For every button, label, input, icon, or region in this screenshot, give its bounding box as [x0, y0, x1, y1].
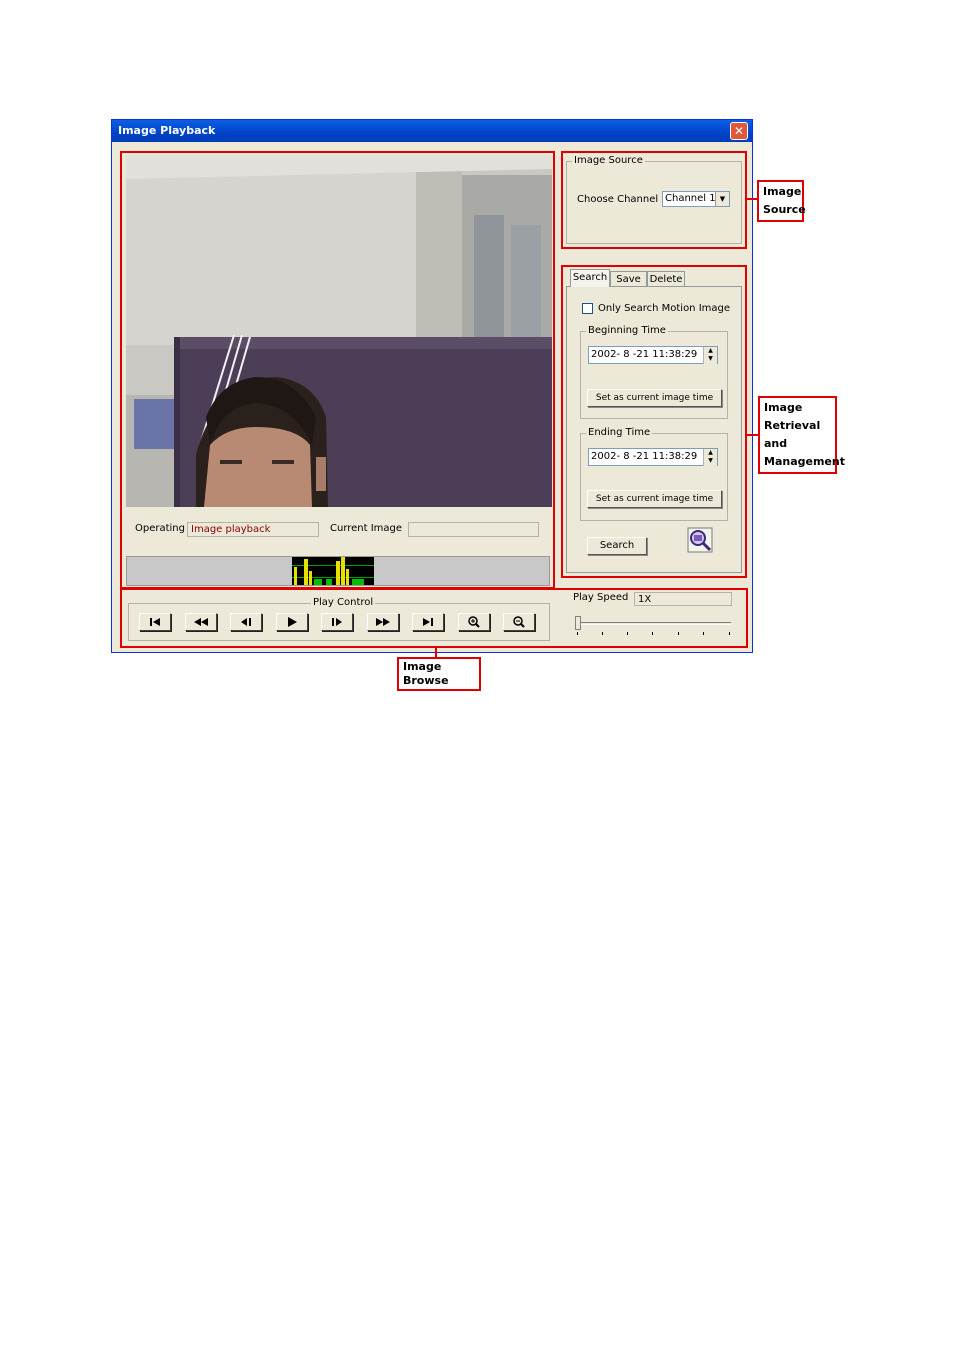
image-retrieval-region	[561, 265, 747, 578]
image-retrieval-callout: Image Retrieval and Management	[758, 396, 845, 474]
image-browse-region	[120, 151, 555, 589]
window-title: Image Playback	[118, 124, 216, 137]
image-browse-callout: Image Browse	[397, 657, 481, 691]
image-source-callout: Image Source	[757, 180, 806, 222]
window-titlebar[interactable]: Image Playback	[112, 120, 752, 142]
connector-line	[435, 648, 437, 657]
image-source-region	[561, 151, 747, 249]
image-browse-bottom-region	[120, 588, 748, 648]
connector-line	[747, 434, 758, 436]
connector-line	[747, 198, 757, 200]
close-icon[interactable]: ✕	[730, 122, 748, 140]
